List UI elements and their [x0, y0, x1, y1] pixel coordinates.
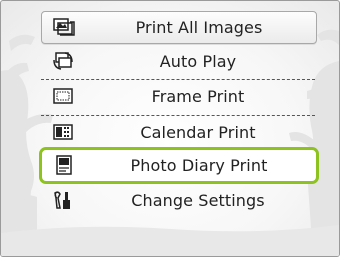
menu-item-label: Frame Print	[151, 87, 245, 106]
menu-item-calendar-print[interactable]: Calendar Print	[41, 117, 315, 148]
printer-menu-screen: Print All Images Auto Play Frame Print C…	[0, 0, 340, 257]
menu-item-label: Auto Play	[159, 52, 237, 71]
menu-item-print-all-images[interactable]: Print All Images	[41, 11, 317, 44]
print-menu: Print All Images Auto Play Frame Print C…	[1, 1, 339, 256]
photo-diary-print-icon	[52, 154, 76, 176]
menu-item-frame-print[interactable]: Frame Print	[41, 81, 315, 112]
menu-item-label: Print All Images	[135, 18, 263, 37]
change-settings-icon	[51, 189, 75, 211]
calendar-print-icon	[51, 121, 75, 143]
menu-item-photo-diary-print[interactable]: Photo Diary Print	[39, 147, 319, 184]
menu-item-label: Photo Diary Print	[130, 156, 268, 175]
menu-item-label: Change Settings	[131, 191, 265, 210]
menu-item-label: Calendar Print	[140, 123, 256, 142]
print-all-images-icon	[52, 16, 76, 38]
menu-item-auto-play[interactable]: Auto Play	[41, 46, 315, 77]
menu-divider	[41, 115, 315, 116]
frame-print-icon	[51, 85, 75, 107]
menu-divider	[41, 79, 315, 80]
menu-item-change-settings[interactable]: Change Settings	[41, 185, 315, 216]
auto-play-icon	[51, 50, 75, 72]
